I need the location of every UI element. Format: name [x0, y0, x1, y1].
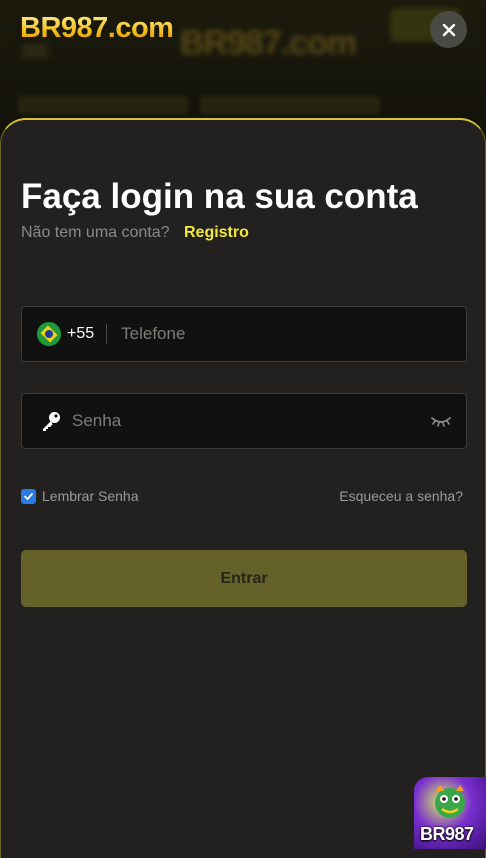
login-sheet: Faça login na sua conta Não tem uma cont…	[0, 118, 486, 858]
brazil-flag-icon	[37, 322, 61, 346]
promo-label: BR987	[420, 824, 474, 844]
password-input[interactable]	[70, 410, 430, 432]
login-button[interactable]: Entrar	[21, 550, 467, 607]
background-nav-item	[200, 96, 380, 114]
background-logo: BR987.com	[180, 24, 357, 62]
remember-label: Lembrar Senha	[42, 488, 139, 504]
close-icon	[442, 23, 455, 36]
key-icon	[43, 412, 60, 431]
promo-widget[interactable]: BR987	[414, 777, 486, 849]
remember-password-checkbox[interactable]: Lembrar Senha	[21, 488, 139, 504]
country-code[interactable]: +55	[67, 325, 94, 343]
no-account-text: Não tem uma conta?	[21, 224, 170, 241]
password-field[interactable]	[21, 393, 467, 449]
phone-input[interactable]	[119, 323, 466, 345]
eye-closed-icon[interactable]	[430, 414, 452, 428]
checkbox-checked-icon[interactable]	[21, 488, 36, 504]
field-divider	[106, 324, 108, 344]
brand-logo: BR987.com	[20, 12, 174, 44]
phone-field[interactable]: +55	[21, 306, 467, 362]
background-nav-item	[18, 96, 188, 114]
close-button[interactable]	[430, 11, 467, 48]
promo-game-icon	[435, 785, 465, 818]
page-title: Faça login na sua conta	[21, 177, 418, 216]
register-prompt: Não tem uma conta? Registro	[21, 224, 249, 242]
register-link[interactable]: Registro	[184, 224, 249, 241]
background-menu	[22, 44, 48, 58]
forgot-password-link[interactable]: Esqueceu a senha?	[339, 488, 463, 504]
